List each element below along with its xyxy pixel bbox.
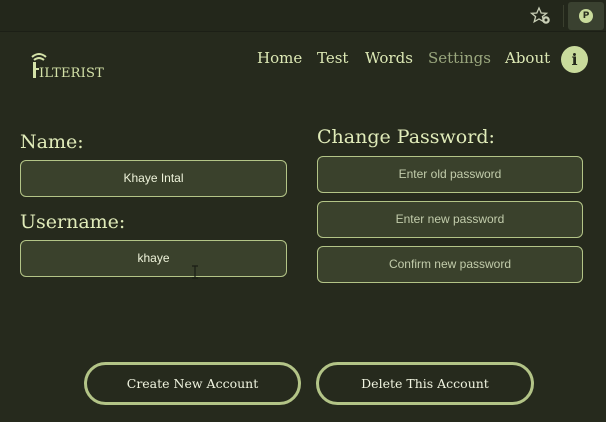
- username-field[interactable]: khaye: [20, 240, 287, 277]
- confirm-password-field[interactable]: Confirm new password: [317, 246, 583, 283]
- profile-icon: P: [579, 9, 593, 23]
- change-password-title: Change Password:: [317, 126, 495, 148]
- name-label: Name:: [20, 131, 84, 153]
- browser-toolbar: P: [0, 0, 606, 32]
- new-password-field[interactable]: Enter new password: [317, 201, 583, 238]
- nav-home[interactable]: Home: [257, 49, 302, 67]
- nav-test[interactable]: Test: [317, 49, 348, 67]
- profile-button[interactable]: P: [568, 2, 604, 30]
- old-password-field[interactable]: Enter old password: [317, 156, 583, 193]
- settings-page: P ILTERIST Home Test Words Settings Abou…: [0, 0, 606, 422]
- create-account-button[interactable]: Create New Account: [84, 362, 301, 405]
- info-icon[interactable]: i: [561, 46, 588, 73]
- star-gear-icon[interactable]: [530, 6, 552, 26]
- nav-about[interactable]: About: [505, 49, 550, 67]
- username-label: Username:: [20, 211, 126, 233]
- text-cursor-icon: [192, 265, 198, 279]
- app-logo[interactable]: ILTERIST: [30, 52, 120, 82]
- toolbar-divider: [563, 5, 564, 27]
- delete-account-button[interactable]: Delete This Account: [316, 362, 534, 405]
- nav-words[interactable]: Words: [365, 49, 413, 67]
- logo-text: ILTERIST: [39, 66, 104, 81]
- name-field[interactable]: Khaye Intal: [20, 160, 287, 197]
- nav-settings[interactable]: Settings: [428, 49, 491, 67]
